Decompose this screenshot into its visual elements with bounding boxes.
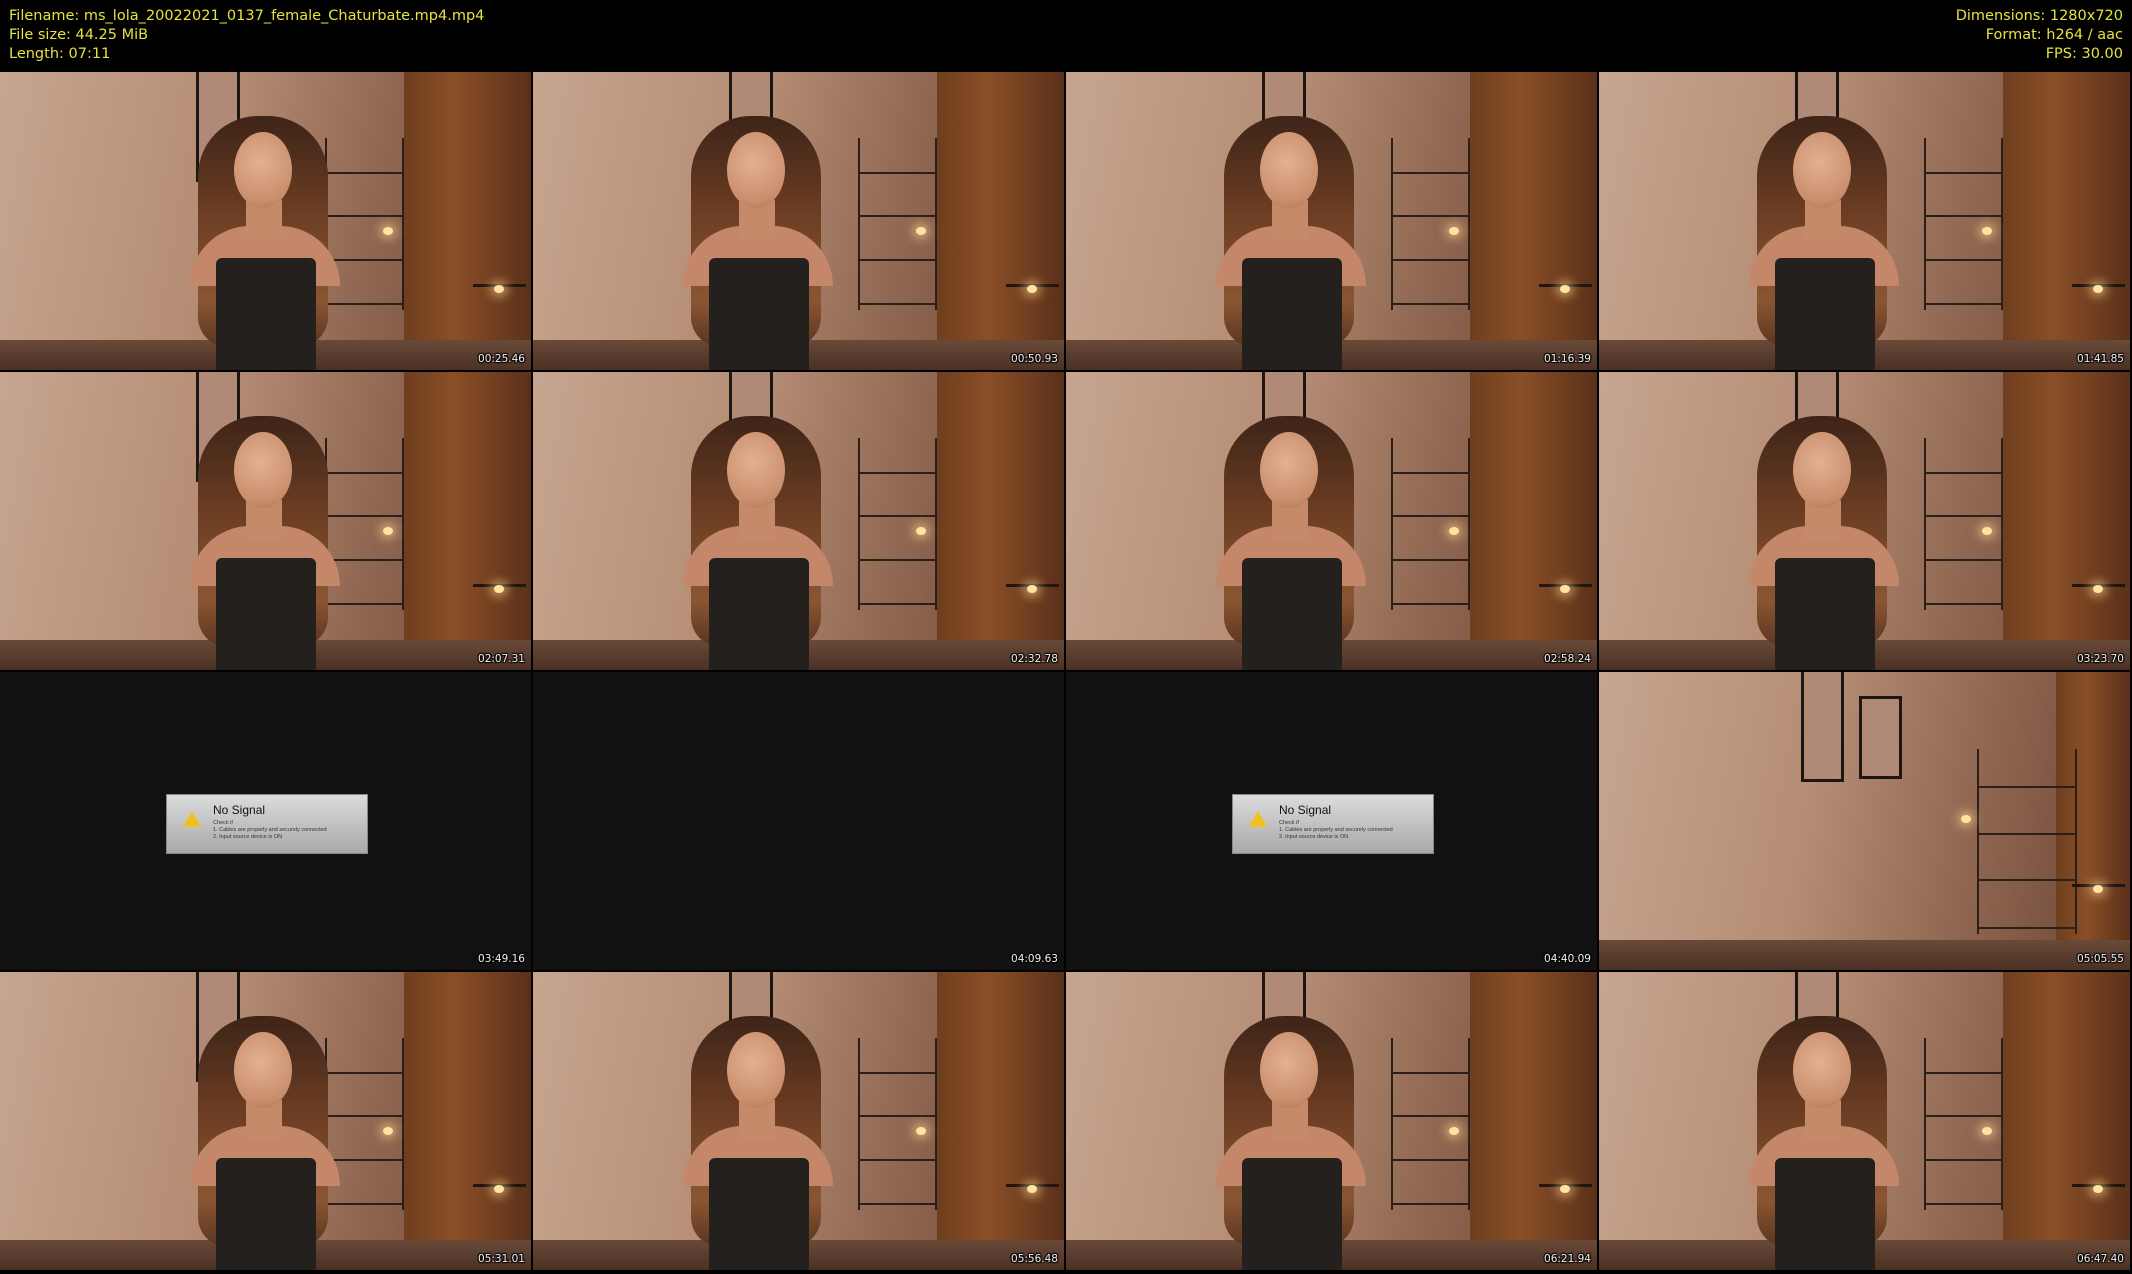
thumbnail-timestamp: 04:40.09 (1544, 953, 1591, 965)
person-figure (1216, 1008, 1366, 1270)
thumbnail-timestamp: 02:32.78 (1011, 653, 1058, 665)
no-signal-title: No Signal (213, 803, 266, 817)
frame-image (533, 972, 1064, 1270)
no-signal-dialog: No Signal Check if 1. Cables are properly … (1232, 794, 1434, 854)
video-thumbnail[interactable]: 02:07.31 (0, 372, 531, 670)
filename-label: Filename: ms_lola_20022021_0137_female_C… (9, 8, 485, 24)
video-thumbnail[interactable]: 05:05.55 (1599, 672, 2130, 970)
frame-image (533, 372, 1064, 670)
video-thumbnail[interactable]: 05:31.01 (0, 972, 531, 1270)
no-signal-check: Check if (213, 820, 233, 826)
person-figure (683, 108, 833, 370)
no-signal-help: Check if 1. Cables are properly and secur… (213, 820, 327, 841)
video-thumbnail[interactable]: 00:50.93 (533, 72, 1064, 370)
no-signal-dialog: No Signal Check if 1. Cables are properly … (166, 794, 368, 854)
frame-image (1066, 72, 1597, 370)
thumbnail-timestamp: 05:31.01 (478, 1253, 525, 1265)
frame-image (1066, 372, 1597, 670)
no-signal-help: Check if 1. Cables are properly and secur… (1279, 820, 1393, 841)
length-label: Length: 07:11 (9, 46, 111, 62)
thumbnail-timestamp: 06:47.40 (2077, 1253, 2124, 1265)
frame-image (1066, 972, 1597, 1270)
person-figure (1749, 408, 1899, 670)
contact-sheet: Filename: ms_lola_20022021_0137_female_C… (0, 0, 2132, 1274)
thumbnail-timestamp: 00:50.93 (1011, 353, 1058, 365)
video-thumbnail[interactable]: 01:41.85 (1599, 72, 2130, 370)
frame-image (1599, 372, 2130, 670)
person-figure (683, 1008, 833, 1270)
thumbnail-timestamp: 06:21.94 (1544, 1253, 1591, 1265)
filesize-label: File size: 44.25 MiB (9, 27, 149, 43)
thumbnail-timestamp: 02:07.31 (478, 653, 525, 665)
video-thumbnail[interactable]: 06:47.40 (1599, 972, 2130, 1270)
thumbnail-timestamp: 03:49.16 (478, 953, 525, 965)
person-figure (1216, 408, 1366, 670)
thumbnail-timestamp: 03:23.70 (2077, 653, 2124, 665)
frame-image (0, 372, 531, 670)
format-label: Format: h264 / aac (1985, 27, 2123, 43)
video-thumbnail[interactable]: 02:32.78 (533, 372, 1064, 670)
no-signal-line-2: 2. Input source device is ON (1279, 834, 1349, 840)
video-thumbnail[interactable]: No Signal Check if 1. Cables are properly … (0, 672, 531, 970)
video-thumbnail[interactable]: 02:58.24 (1066, 372, 1597, 670)
frame-image (1599, 72, 2130, 370)
no-signal-check: Check if (1279, 820, 1299, 826)
frame-image (0, 972, 531, 1270)
frame-image (0, 72, 531, 370)
warning-icon (1249, 811, 1267, 827)
thumbnail-grid: 00:25.46 00:50.93 01:16.39 01:41.85 02:07.31… (0, 72, 2132, 1274)
file-info: Filename: ms_lola_20022021_0137_female_C… (9, 7, 484, 64)
no-signal-title: No Signal (1279, 803, 1332, 817)
video-thumbnail[interactable]: 00:25.46 (0, 72, 531, 370)
person-figure (190, 108, 340, 370)
person-figure (1749, 108, 1899, 370)
no-signal-line-1: 1. Cables are properly and securely conn… (213, 827, 327, 833)
thumbnail-timestamp: 01:16.39 (1544, 353, 1591, 365)
thumbnail-timestamp: 02:58.24 (1544, 653, 1591, 665)
video-thumbnail[interactable]: 04:09.63 (533, 672, 1064, 970)
no-signal-line-1: 1. Cables are properly and securely conn… (1279, 827, 1393, 833)
video-thumbnail[interactable]: No Signal Check if 1. Cables are properly … (1066, 672, 1597, 970)
fps-label: FPS: 30.00 (2045, 46, 2123, 62)
video-thumbnail[interactable]: 06:21.94 (1066, 972, 1597, 1270)
video-thumbnail[interactable]: 01:16.39 (1066, 72, 1597, 370)
no-signal-line-2: 2. Input source device is ON (213, 834, 283, 840)
person-figure (1216, 108, 1366, 370)
person-figure (683, 408, 833, 670)
video-thumbnail[interactable]: 03:23.70 (1599, 372, 2130, 670)
frame-image (1599, 972, 2130, 1270)
video-info: Dimensions: 1280x720 Format: h264 / aac … (1956, 7, 2123, 64)
frame-image (533, 72, 1064, 370)
person-figure (1749, 1008, 1899, 1270)
person-figure (190, 1008, 340, 1270)
thumbnail-timestamp: 05:56.48 (1011, 1253, 1058, 1265)
thumbnail-timestamp: 01:41.85 (2077, 353, 2124, 365)
frame-image (1599, 672, 2130, 970)
thumbnail-timestamp: 00:25.46 (478, 353, 525, 365)
dimensions-label: Dimensions: 1280x720 (1955, 8, 2123, 24)
info-header: Filename: ms_lola_20022021_0137_female_C… (0, 0, 2132, 72)
person-figure (190, 408, 340, 670)
thumbnail-timestamp: 05:05.55 (2077, 953, 2124, 965)
thumbnail-timestamp: 04:09.63 (1011, 953, 1058, 965)
warning-icon (183, 811, 201, 827)
video-thumbnail[interactable]: 05:56.48 (533, 972, 1064, 1270)
